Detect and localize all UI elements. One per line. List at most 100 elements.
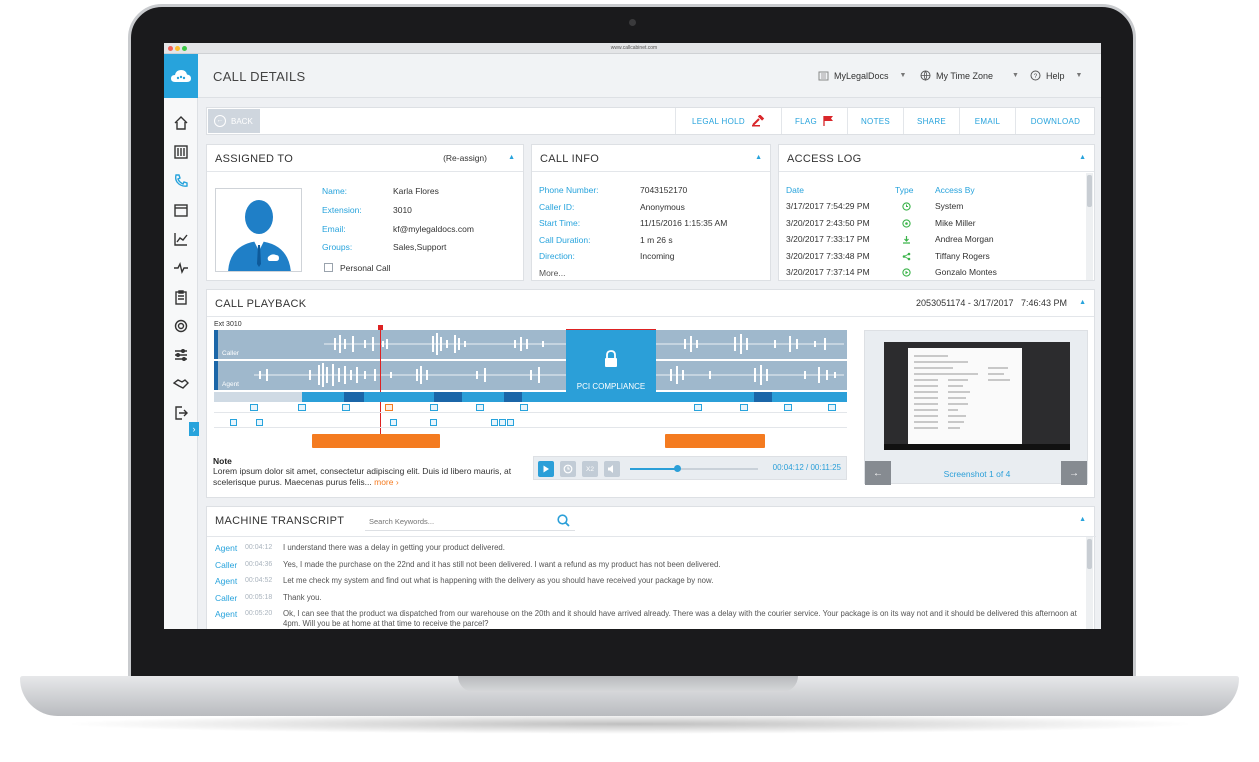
screen-event-icon[interactable] <box>430 404 438 411</box>
legal-hold-button[interactable]: LEGAL HOLD <box>675 108 781 134</box>
note-more-link[interactable]: more › <box>374 477 399 487</box>
tag-event-icon[interactable] <box>230 419 237 426</box>
avatar <box>215 188 302 272</box>
hold-segment-bar[interactable] <box>665 434 765 448</box>
help-dropdown[interactable]: ? Help ▼ <box>1030 70 1082 81</box>
segment-bar[interactable] <box>214 392 847 402</box>
tag-event-icon[interactable] <box>491 419 498 426</box>
screen-event-icon[interactable] <box>694 404 702 411</box>
email-button[interactable]: EMAIL <box>959 108 1015 134</box>
collapse-icon[interactable]: ▲ <box>1079 516 1086 523</box>
timestamp[interactable]: 00:05:20 <box>245 610 272 617</box>
playhead-handle[interactable] <box>378 325 383 330</box>
utterance-text: Yes, I made the purchase on the 22nd and… <box>283 560 721 569</box>
timestamp[interactable]: 00:04:52 <box>245 577 272 584</box>
utterance-text: I understand there was a delay in gettin… <box>283 543 505 552</box>
speaker-label: Caller <box>215 560 238 570</box>
legal-hold-label: LEGAL HOLD <box>692 116 745 126</box>
share-button[interactable]: SHARE <box>903 108 959 134</box>
screen-event-icon[interactable] <box>740 404 748 411</box>
settings-gear-icon[interactable] <box>164 311 198 340</box>
screen-event-icon[interactable] <box>828 404 836 411</box>
collapse-icon[interactable]: ▲ <box>508 154 515 161</box>
handshake-icon[interactable] <box>164 369 198 398</box>
more-link[interactable]: More... <box>539 268 565 278</box>
rewind-button[interactable] <box>560 461 576 477</box>
screen-event-row <box>214 403 847 413</box>
phone-icon[interactable] <box>164 166 198 195</box>
access-by-header[interactable]: Access By <box>935 185 975 195</box>
phone-value: 7043152170 <box>640 185 688 195</box>
tag-event-icon[interactable] <box>256 419 263 426</box>
clipboard-icon[interactable] <box>164 282 198 311</box>
progress-track[interactable] <box>630 465 758 472</box>
type-header[interactable]: Type <box>895 185 913 195</box>
personal-call-checkbox[interactable] <box>324 263 333 272</box>
home-icon[interactable] <box>164 108 198 137</box>
screen-event-icon[interactable] <box>298 404 306 411</box>
play-icon <box>902 268 911 277</box>
call-info-title: CALL INFO <box>540 153 600 165</box>
agent-waveform[interactable]: Agent <box>214 361 847 390</box>
app-screen: www.callcabinet.com › CALL DETAILS MyLeg… <box>164 43 1101 629</box>
transcript-scrollbar[interactable] <box>1086 537 1093 629</box>
back-arrow-icon: ← <box>214 115 226 127</box>
scroll-thumb[interactable] <box>1087 539 1092 569</box>
collapse-icon[interactable]: ▲ <box>1079 154 1086 161</box>
timezone-dropdown[interactable]: My Time Zone ▼ <box>920 70 1019 81</box>
url-bar[interactable]: www.callcabinet.com <box>554 45 714 52</box>
dashboard-icon[interactable] <box>164 137 198 166</box>
screen-event-icon[interactable] <box>250 404 258 411</box>
maximize-dot[interactable] <box>182 46 187 51</box>
download-button[interactable]: DOWNLOAD <box>1015 108 1095 134</box>
collapse-icon[interactable]: ▲ <box>755 154 762 161</box>
flag-button[interactable]: FLAG <box>781 108 847 134</box>
screen-event-icon[interactable] <box>520 404 528 411</box>
utterance-text: Ok, I can see that the product wa dispat… <box>283 609 1077 628</box>
account-dropdown[interactable]: MyLegalDocs ▼ <box>818 70 906 81</box>
access-scrollbar[interactable] <box>1086 173 1093 280</box>
timestamp[interactable]: 00:05:18 <box>245 594 272 601</box>
tag-event-icon[interactable] <box>390 419 397 426</box>
tag-event-icon[interactable] <box>507 419 514 426</box>
keyword-search-input[interactable] <box>365 513 575 531</box>
analytics-icon[interactable] <box>164 224 198 253</box>
progress-knob[interactable] <box>674 465 682 472</box>
speaker-label: Agent <box>215 576 238 586</box>
caller-waveform[interactable]: Caller <box>214 330 847 359</box>
cloud-logo-icon[interactable] <box>164 54 198 98</box>
minimize-dot[interactable] <box>175 46 180 51</box>
sliders-icon[interactable] <box>164 340 198 369</box>
speed-button[interactable]: X2 <box>582 461 598 477</box>
screenshot-image[interactable] <box>884 342 1070 450</box>
help-label: Help <box>1046 70 1065 81</box>
search-icon[interactable] <box>557 514 570 527</box>
timestamp[interactable]: 00:04:36 <box>245 561 272 568</box>
reassign-link[interactable]: (Re-assign) <box>443 153 487 163</box>
close-dot[interactable] <box>168 46 173 51</box>
back-button[interactable]: ← BACK <box>208 109 260 133</box>
collapse-icon[interactable]: ▲ <box>1079 299 1086 306</box>
date-header[interactable]: Date <box>786 185 804 195</box>
expand-sidebar-icon[interactable]: › <box>189 422 199 436</box>
play-button[interactable] <box>538 461 554 477</box>
tag-event-icon[interactable] <box>499 419 506 426</box>
share-icon <box>902 252 911 261</box>
caller-id-label: Caller ID: <box>539 202 575 212</box>
scroll-thumb[interactable] <box>1087 175 1092 207</box>
screen-event-icon[interactable] <box>476 404 484 411</box>
calendar-icon[interactable] <box>164 195 198 224</box>
screen-event-icon[interactable] <box>342 404 350 411</box>
screen-event-icon[interactable] <box>385 404 393 411</box>
playhead[interactable] <box>380 327 381 447</box>
volume-button[interactable] <box>604 461 620 477</box>
page-header: CALL DETAILS MyLegalDocs ▼ My Time Zone ▼ … <box>198 54 1101 98</box>
hold-segment-bar[interactable] <box>312 434 440 448</box>
download-icon <box>903 236 910 244</box>
screen-event-icon[interactable] <box>784 404 792 411</box>
tag-event-icon[interactable] <box>430 419 437 426</box>
pulse-icon[interactable] <box>164 253 198 282</box>
volume-icon <box>608 465 613 473</box>
notes-button[interactable]: NOTES <box>847 108 903 134</box>
timestamp[interactable]: 00:04:12 <box>245 544 272 551</box>
